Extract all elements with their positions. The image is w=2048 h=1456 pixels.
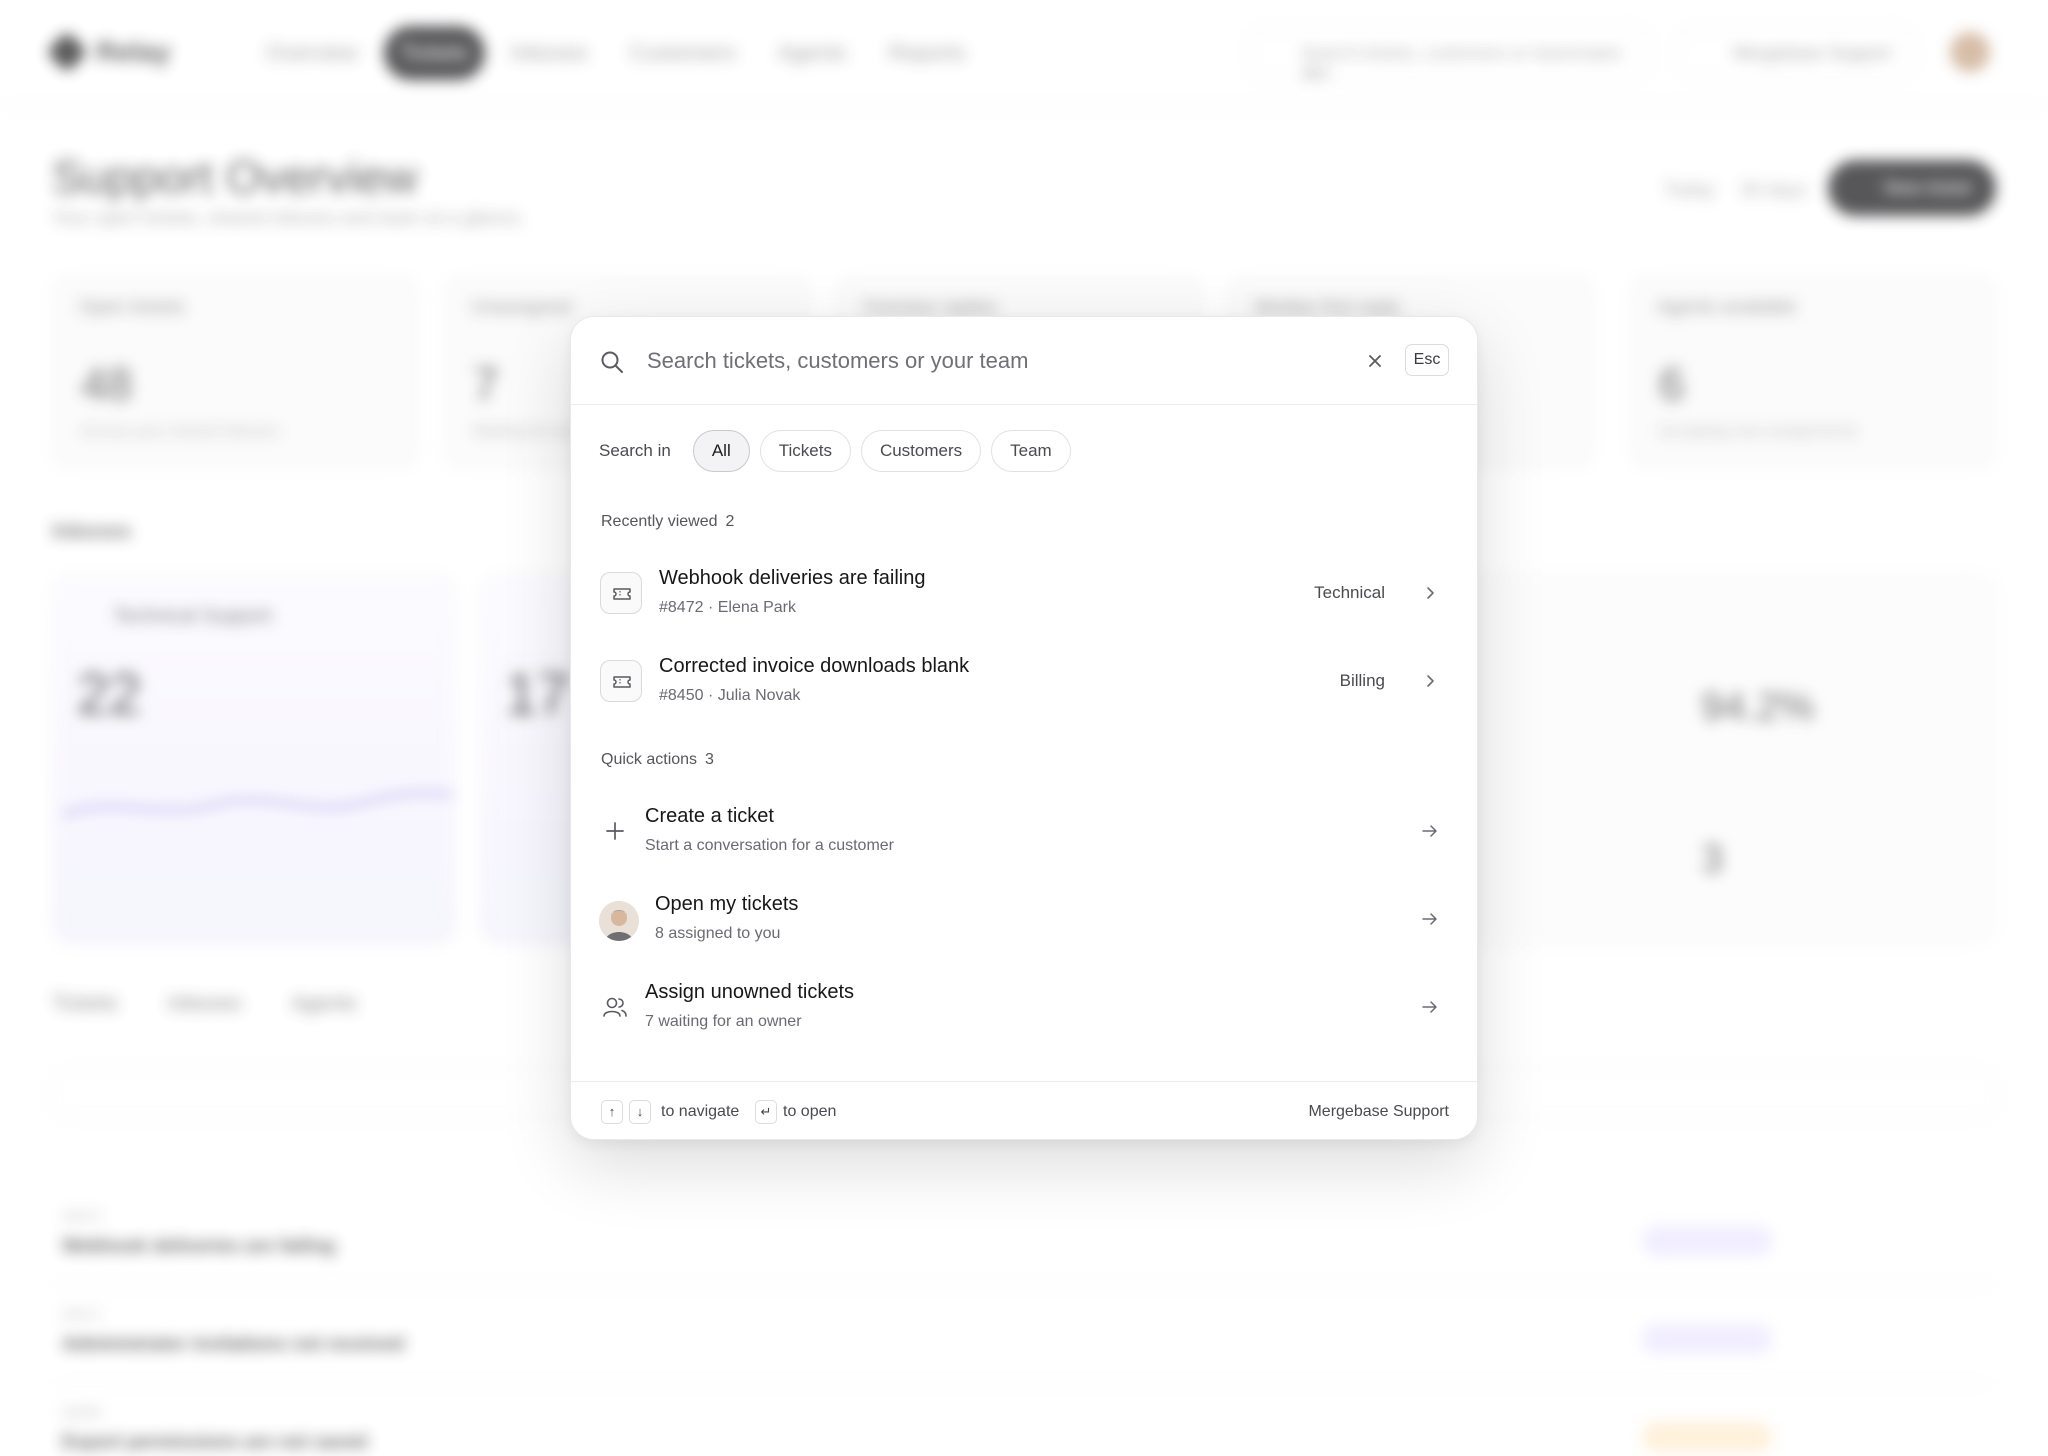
scope-chip-customers[interactable]: Customers: [860, 430, 982, 472]
action-open-my-tickets[interactable]: Open my tickets 8 assigned to you: [583, 877, 1467, 961]
group-count: 2: [725, 513, 735, 530]
recent-item-meta: #8472 · Elena Park: [659, 599, 796, 616]
search-icon: [601, 351, 623, 373]
search-scope: Search in All Tickets Customers Team: [599, 429, 1071, 473]
recent-item-tag: Technical: [1314, 583, 1385, 602]
chevron-right-icon: [1427, 675, 1434, 687]
scope-chip-team[interactable]: Team: [991, 430, 1071, 472]
action-create-ticket[interactable]: Create a ticket Start a conversation for…: [583, 789, 1467, 873]
action-title: Create a ticket: [645, 805, 774, 827]
palette-search-input[interactable]: [647, 339, 1207, 383]
palette-footer: ↑ ↓ to navigate ↵ to open Mergebase Supp…: [571, 1081, 1477, 1139]
command-palette: Esc Search in All Tickets Customers Team…: [570, 316, 1478, 1140]
recently-viewed-heading: Recently viewed 2: [601, 513, 734, 531]
esc-key-hint[interactable]: Esc: [1405, 344, 1449, 376]
chevron-right-icon: [1427, 587, 1434, 599]
action-assign-unowned[interactable]: Assign unowned tickets 7 waiting for an …: [583, 965, 1467, 1049]
palette-header: Esc: [571, 317, 1477, 405]
navigate-hint: to navigate: [661, 1103, 740, 1120]
avatar: [599, 901, 639, 941]
scope-chip-tickets[interactable]: Tickets: [759, 430, 851, 472]
group-title: Quick actions: [601, 751, 698, 768]
group-count: 3: [705, 751, 714, 768]
quick-actions-heading: Quick actions 3: [601, 751, 714, 769]
arrow-down-icon: ↓: [629, 1100, 651, 1124]
scope-label: Search in: [599, 441, 671, 460]
open-hint: to open: [783, 1103, 837, 1120]
action-title: Open my tickets: [655, 893, 799, 915]
action-meta: 8 assigned to you: [655, 925, 781, 942]
workspace-name: Mergebase Support: [1308, 1103, 1449, 1120]
arrow-right-icon: [1422, 913, 1437, 925]
recent-item[interactable]: Corrected invoice downloads blank #8450 …: [583, 639, 1467, 723]
recent-item[interactable]: Webhook deliveries are failing #8472 · E…: [583, 551, 1467, 635]
recent-item-meta: #8450 · Julia Novak: [659, 687, 801, 704]
enter-key-icon: ↵: [755, 1100, 777, 1124]
users-icon: [603, 997, 627, 1017]
arrow-right-icon: [1422, 825, 1437, 837]
ticket-icon: [600, 660, 642, 702]
arrow-right-icon: [1422, 1001, 1437, 1013]
arrow-up-icon: ↑: [601, 1100, 623, 1124]
plus-icon: [606, 822, 624, 840]
action-title: Assign unowned tickets: [645, 981, 855, 1003]
ticket-icon: [600, 572, 642, 614]
recent-item-title: Corrected invoice downloads blank: [659, 655, 970, 677]
action-meta: 7 waiting for an owner: [645, 1013, 802, 1030]
recent-item-title: Webhook deliveries are failing: [659, 567, 926, 589]
action-meta: Start a conversation for a customer: [645, 837, 894, 854]
close-icon[interactable]: [1363, 349, 1387, 373]
group-title: Recently viewed: [601, 513, 718, 530]
scope-chip-all[interactable]: All: [692, 430, 750, 472]
recent-item-tag: Billing: [1339, 671, 1385, 690]
